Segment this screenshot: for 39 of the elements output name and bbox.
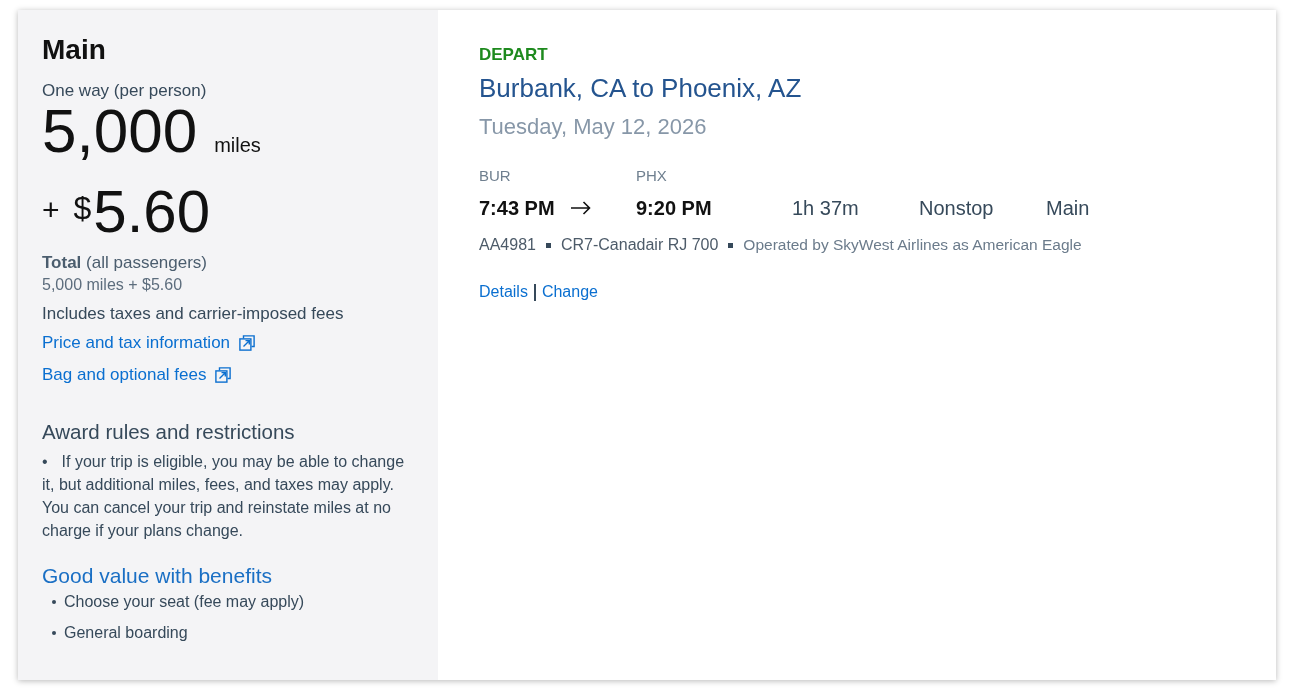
flight-action-link[interactable]: Change [541, 281, 598, 303]
total-label: Total (all passengers) [42, 253, 208, 272]
cabin-title: Main [42, 33, 106, 67]
total-value: 5,000 miles + $5.60 [42, 275, 183, 295]
departure-time: 7:43 PM [479, 196, 555, 221]
flight-action-link[interactable]: Details [479, 281, 528, 303]
award-rules-text: • If your trip is eligible, you may be able to change it, but additional miles, fees, and taxes may apply. You can cancel your trip and reinstate miles at no charge if your plans change. [42, 452, 406, 541]
arrow-right-icon [570, 201, 591, 215]
price-caption: One way (per person) [42, 80, 207, 102]
bullet-icon [52, 631, 56, 635]
flight-duration: 1h 37m [792, 197, 859, 219]
fees-note: Includes taxes and carrier-imposed fees [42, 303, 344, 325]
external-info-link[interactable]: Bag and optional fees [42, 364, 232, 386]
arrival-time: 9:20 PM [636, 197, 712, 219]
plus-sign: + [42, 195, 60, 225]
route-title: Burbank, CA to Phoenix, AZ [479, 72, 802, 104]
operator-info: Operated by SkyWest Airlines as American Eagle [743, 235, 1082, 255]
external-info-link[interactable]: Price and tax information [42, 332, 256, 354]
award-rules-heading: Award rules and restrictions [42, 419, 295, 445]
stops-info: Nonstop [919, 197, 994, 219]
origin-code: BUR [479, 167, 511, 184]
currency-symbol: $ [73, 192, 92, 224]
depart-label: DEPART [479, 44, 548, 66]
square-separator-icon [728, 242, 734, 248]
cash-amount: 5.60 [93, 182, 211, 242]
miles-unit: miles [214, 133, 261, 157]
miles-amount: 5,000 [42, 100, 198, 162]
external-link-icon [215, 367, 232, 383]
destination-code: PHX [636, 166, 667, 186]
flight-number: AA4981 [479, 235, 536, 255]
benefit-item: Choose your seat (fee may apply) [64, 592, 305, 612]
flight-date: Tuesday, May 12, 2026 [479, 113, 707, 141]
external-link-icon [239, 335, 256, 351]
bullet-icon [52, 600, 56, 604]
aircraft-type: CR7-Canadair RJ 700 [560, 235, 719, 255]
benefit-item: General boarding [64, 623, 188, 643]
square-separator-icon [545, 242, 551, 248]
benefits-heading: Good value with benefits [42, 563, 272, 589]
cabin-class: Main [1046, 196, 1090, 221]
